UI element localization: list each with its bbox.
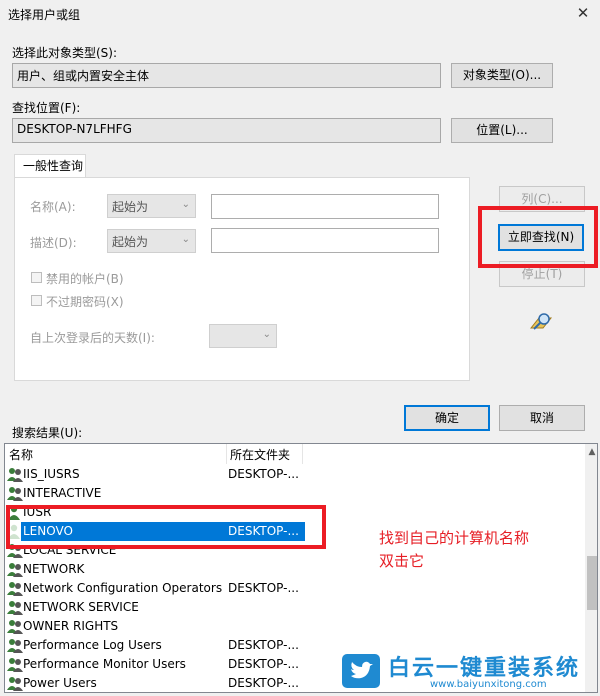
user-group-icon xyxy=(7,467,23,482)
row-folder: DESKTOP-... xyxy=(228,657,299,671)
row-folder: DESKTOP-... xyxy=(228,638,299,652)
table-row[interactable]: INTERACTIVE xyxy=(5,484,585,503)
name-match-select[interactable]: 起始为 ⌄ xyxy=(107,194,196,218)
table-row[interactable]: NETWORK xyxy=(5,560,585,579)
twitter-bird-icon xyxy=(341,653,381,689)
object-type-field: 用户、组或内置安全主体 xyxy=(12,63,441,88)
row-name: Performance Monitor Users xyxy=(23,657,186,671)
description-label: 描述(D): xyxy=(30,236,77,250)
user-group-icon xyxy=(7,638,23,653)
results-header: 名称 所在文件夹 xyxy=(5,444,585,464)
table-row[interactable]: Network Configuration Operators DESKTOP-… xyxy=(5,579,585,598)
non-expiring-password-checkbox[interactable] xyxy=(31,295,42,306)
user-group-icon xyxy=(7,657,23,672)
non-expiring-password-label: 不过期密码(X) xyxy=(46,295,124,309)
row-folder: DESKTOP-... xyxy=(228,676,299,690)
object-type-label: 选择此对象类型(S): xyxy=(12,46,118,60)
name-match-value: 起始为 xyxy=(112,200,149,214)
scroll-up-icon[interactable]: ▲ xyxy=(585,444,597,460)
close-icon: ✕ xyxy=(576,4,590,22)
chevron-down-icon: ⌄ xyxy=(262,329,271,340)
ok-button[interactable]: 确定 xyxy=(404,405,490,431)
row-name: Network Configuration Operators xyxy=(23,581,223,595)
description-match-select[interactable]: 起始为 ⌄ xyxy=(107,229,196,253)
object-types-button[interactable]: 对象类型(O)... xyxy=(451,63,553,88)
user-group-icon xyxy=(7,486,23,501)
table-row[interactable]: IIS_IUSRS DESKTOP-... xyxy=(5,465,585,484)
table-row[interactable]: NETWORK SERVICE xyxy=(5,598,585,617)
days-since-logon-select[interactable]: ⌄ xyxy=(209,324,277,348)
disabled-accounts-checkbox[interactable] xyxy=(31,272,42,283)
window-title: 选择用户或组 xyxy=(8,8,81,22)
watermark-brand: 白云一键重装系统 xyxy=(388,656,581,681)
chevron-down-icon: ⌄ xyxy=(181,234,190,245)
row-name: INTERACTIVE xyxy=(23,486,102,500)
row-name: Performance Log Users xyxy=(23,638,162,652)
tab-common-queries[interactable]: 一般性查询 xyxy=(14,154,86,178)
row-name: NETWORK xyxy=(23,562,85,576)
table-row[interactable]: OWNER RIGHTS xyxy=(5,617,585,636)
row-name: NETWORK SERVICE xyxy=(23,600,139,614)
user-group-icon xyxy=(7,581,23,596)
watermark-url: www.baiyunxitong.com xyxy=(430,679,547,690)
description-match-value: 起始为 xyxy=(112,235,149,249)
watermark: 白云一键重装系统 www.baiyunxitong.com xyxy=(341,649,597,693)
column-header-folder[interactable]: 所在文件夹 xyxy=(230,446,290,463)
close-button[interactable]: ✕ xyxy=(571,2,595,24)
search-folder-icon xyxy=(527,310,555,332)
disabled-accounts-label: 禁用的帐户(B) xyxy=(46,272,124,286)
days-since-logon-label: 自上次登录后的天数(I): xyxy=(30,331,155,345)
lenovo-row-highlight xyxy=(6,505,326,549)
column-divider[interactable] xyxy=(226,444,227,464)
location-label: 查找位置(F): xyxy=(12,101,81,115)
find-now-highlight xyxy=(478,206,598,268)
row-folder: DESKTOP-... xyxy=(228,581,299,595)
user-group-icon xyxy=(7,619,23,634)
scroll-thumb[interactable] xyxy=(587,556,597,610)
name-input[interactable] xyxy=(211,194,439,219)
row-name: Power Users xyxy=(23,676,97,690)
name-label: 名称(A): xyxy=(30,200,76,214)
row-name: IIS_IUSRS xyxy=(23,467,80,481)
locations-button[interactable]: 位置(L)... xyxy=(451,118,553,143)
search-results-label: 搜索结果(U): xyxy=(12,426,83,440)
column-divider[interactable] xyxy=(302,444,303,464)
row-name: OWNER RIGHTS xyxy=(23,619,119,633)
location-field: DESKTOP-N7LFHFG xyxy=(12,118,441,143)
annotation-line1: 找到自己的计算机名称 xyxy=(379,529,530,547)
chevron-down-icon: ⌄ xyxy=(181,199,190,210)
column-header-name[interactable]: 名称 xyxy=(9,446,33,463)
cancel-button[interactable]: 取消 xyxy=(499,405,585,431)
annotation-line2: 双击它 xyxy=(379,552,425,570)
user-group-icon xyxy=(7,562,23,577)
description-input[interactable] xyxy=(211,228,439,253)
row-folder: DESKTOP-... xyxy=(228,467,299,481)
user-group-icon xyxy=(7,600,23,615)
user-group-icon xyxy=(7,676,23,691)
